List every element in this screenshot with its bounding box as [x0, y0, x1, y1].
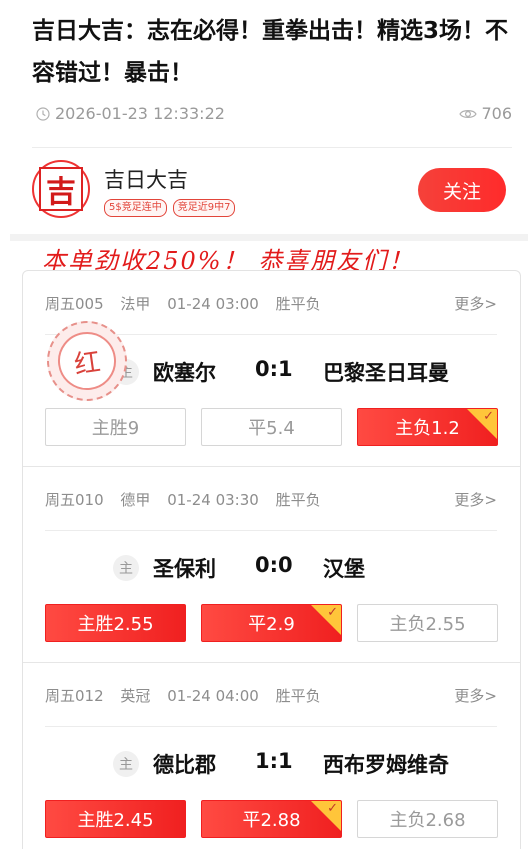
- badge-record: 竞足近9中7: [172, 199, 236, 217]
- section-separator: [10, 234, 528, 241]
- match-play-type: 胜平负: [275, 295, 321, 313]
- match-league: 英冠: [120, 687, 151, 705]
- view-count-text: 706: [481, 104, 512, 123]
- match-play-type: 胜平负: [275, 687, 321, 705]
- match-item: 周五012 英冠 01-24 04:00 胜平负 更多> 主 德比郡 1:1 西…: [23, 663, 520, 849]
- match-time: 01-24 04:00: [167, 687, 259, 705]
- away-team: 巴黎圣日耳曼: [323, 361, 449, 385]
- odd-label: 主胜2.45: [77, 810, 154, 831]
- home-team: 德比郡: [153, 753, 216, 777]
- match-header: 周五005 法甲 01-24 03:00 胜平负 更多>: [45, 293, 497, 314]
- avatar-logo: 吉: [39, 167, 83, 211]
- badge-streak: 5$竞足连中: [104, 199, 167, 217]
- divider: [45, 530, 497, 531]
- odd-label: 主胜2.55: [77, 614, 154, 635]
- odd-home-win[interactable]: 主胜9: [45, 408, 186, 446]
- match-item: 周五005 法甲 01-24 03:00 胜平负 更多> 主 欧塞尔 0:1 巴…: [23, 271, 520, 467]
- odd-label: 平2.88: [242, 810, 301, 831]
- odd-label: 平2.9: [248, 614, 295, 635]
- match-header: 周五012 英冠 01-24 04:00 胜平负 更多>: [45, 685, 497, 706]
- eye-icon: [459, 109, 478, 118]
- match-score: 1:1: [255, 749, 293, 773]
- odds-row: 主胜2.55 平2.9 ✓ 主负2.55: [45, 604, 498, 642]
- home-team: 欧塞尔: [153, 361, 216, 385]
- odd-label: 主负1.2: [395, 418, 460, 439]
- match-header: 周五010 德甲 01-24 03:30 胜平负 更多>: [45, 489, 497, 510]
- home-tag: 主: [113, 555, 139, 581]
- author-name[interactable]: 吉日大吉: [104, 164, 188, 194]
- away-team: 汉堡: [323, 557, 365, 581]
- odd-home-loss[interactable]: 主负2.55: [357, 604, 498, 642]
- odd-home-loss[interactable]: 主负1.2 ✓: [357, 408, 498, 446]
- view-count: 706: [459, 104, 512, 123]
- divider: [32, 147, 512, 148]
- red-stamp: 红: [41, 315, 133, 407]
- match-card: 周五005 法甲 01-24 03:00 胜平负 更多> 主 欧塞尔 0:1 巴…: [22, 270, 521, 849]
- match-code: 周五005: [45, 295, 104, 313]
- check-icon: ✓: [327, 801, 338, 816]
- odd-home-win[interactable]: 主胜2.55: [45, 604, 186, 642]
- match-score: 0:0: [255, 553, 293, 577]
- follow-button[interactable]: 关注: [418, 168, 506, 212]
- odd-label: 主胜9: [91, 418, 140, 439]
- odd-home-win[interactable]: 主胜2.45: [45, 800, 186, 838]
- publish-time-text: 2026-01-23 12:33:22: [55, 104, 225, 123]
- match-score: 0:1: [255, 357, 293, 381]
- match-teams: 主 圣保利 0:0 汉堡: [23, 553, 520, 583]
- clock-icon: [36, 106, 50, 121]
- match-teams: 主 德比郡 1:1 西布罗姆维奇: [23, 749, 520, 779]
- odd-label: 主负2.68: [389, 810, 466, 831]
- stamp-text: 红: [54, 328, 120, 394]
- avatar[interactable]: 吉: [32, 160, 90, 218]
- publish-time: 2026-01-23 12:33:22: [36, 104, 225, 123]
- match-item: 周五010 德甲 01-24 03:30 胜平负 更多> 主 圣保利 0:0 汉…: [23, 467, 520, 663]
- match-league: 德甲: [120, 491, 151, 509]
- odd-draw[interactable]: 平5.4: [201, 408, 342, 446]
- odds-row: 主胜9 平5.4 主负1.2 ✓: [45, 408, 498, 446]
- article-meta: 2026-01-23 12:33:22 706: [36, 104, 512, 126]
- author-badges: 5$竞足连中 竞足近9中7: [104, 199, 236, 217]
- match-time: 01-24 03:00: [167, 295, 259, 313]
- home-tag: 主: [113, 751, 139, 777]
- more-link[interactable]: 更多>: [454, 293, 497, 314]
- match-league: 法甲: [120, 295, 151, 313]
- odd-label: 平5.4: [248, 418, 295, 439]
- odd-draw[interactable]: 平2.88 ✓: [201, 800, 342, 838]
- article-title: 吉日大吉：志在必得！重拳出击！精选3场！不容错过！暴击！: [32, 18, 509, 86]
- author-row: 吉 吉日大吉 5$竞足连中 竞足近9中7 关注: [32, 158, 512, 222]
- odd-label: 主负2.55: [389, 614, 466, 635]
- away-team: 西布罗姆维奇: [323, 753, 449, 777]
- match-code: 周五012: [45, 687, 104, 705]
- match-time: 01-24 03:30: [167, 491, 259, 509]
- match-play-type: 胜平负: [275, 491, 321, 509]
- check-icon: ✓: [483, 409, 494, 424]
- more-link[interactable]: 更多>: [454, 489, 497, 510]
- odds-row: 主胜2.45 平2.88 ✓ 主负2.68: [45, 800, 498, 838]
- more-link[interactable]: 更多>: [454, 685, 497, 706]
- home-team: 圣保利: [153, 557, 216, 581]
- odd-home-loss[interactable]: 主负2.68: [357, 800, 498, 838]
- match-code: 周五010: [45, 491, 104, 509]
- odd-draw[interactable]: 平2.9 ✓: [201, 604, 342, 642]
- check-icon: ✓: [327, 605, 338, 620]
- divider: [45, 726, 497, 727]
